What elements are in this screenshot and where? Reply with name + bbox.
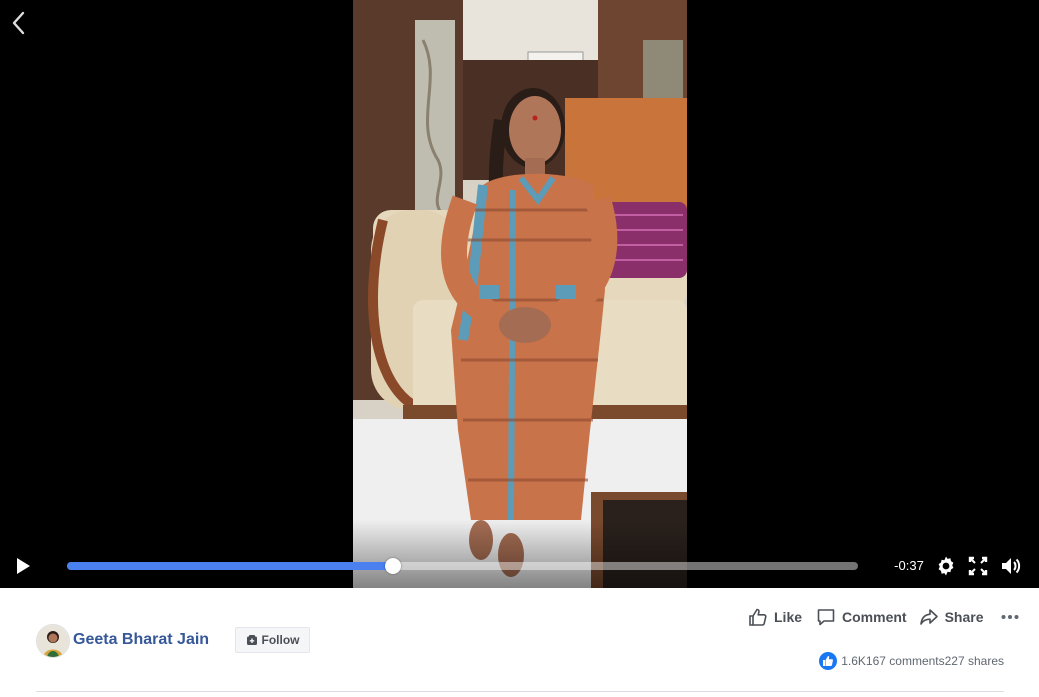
avatar[interactable] — [36, 624, 70, 658]
share-button[interactable]: Share — [919, 607, 984, 627]
more-options-icon[interactable] — [1000, 607, 1020, 627]
play-icon[interactable] — [12, 555, 34, 577]
follow-label: Follow — [261, 633, 300, 647]
volume-icon[interactable] — [1000, 555, 1022, 577]
video-frame[interactable] — [353, 0, 687, 588]
gear-icon[interactable] — [935, 555, 957, 577]
time-remaining: -0:37 — [894, 558, 924, 573]
reaction-count[interactable]: 1.6K — [841, 654, 866, 668]
progress-bar[interactable] — [67, 558, 858, 574]
video-still-image — [353, 0, 687, 588]
follow-button[interactable]: Follow — [235, 627, 310, 653]
fullscreen-icon[interactable] — [967, 555, 989, 577]
comment-icon — [817, 609, 835, 626]
progress-played — [67, 562, 393, 570]
author-name-link[interactable]: Geeta Bharat Jain — [73, 631, 209, 649]
like-reaction-icon — [819, 652, 838, 670]
thumbs-up-icon — [749, 608, 767, 626]
share-icon — [919, 609, 938, 625]
video-post-viewer: -0:37 Geeta Bharat Jain Follow Like Comm… — [0, 0, 1039, 697]
like-button[interactable]: Like — [748, 607, 802, 627]
share-label: Share — [944, 609, 984, 625]
chevron-left-icon[interactable] — [8, 10, 30, 36]
comment-label: Comment — [842, 609, 907, 625]
post-stats: 1.6K 167 comments 227 shares — [819, 652, 1004, 670]
post-actions: Like Comment Share — [748, 607, 1020, 627]
progress-scrubber-handle[interactable] — [384, 558, 401, 574]
like-label: Like — [774, 609, 803, 625]
comment-button[interactable]: Comment — [816, 607, 907, 627]
video-player[interactable]: -0:37 — [0, 0, 1039, 588]
divider — [36, 691, 1004, 692]
post-footer: Geeta Bharat Jain Follow Like Comment Sh… — [0, 588, 1039, 697]
follow-icon — [246, 635, 257, 645]
comment-count[interactable]: 167 comments — [866, 654, 945, 668]
share-count[interactable]: 227 shares — [945, 654, 1004, 668]
